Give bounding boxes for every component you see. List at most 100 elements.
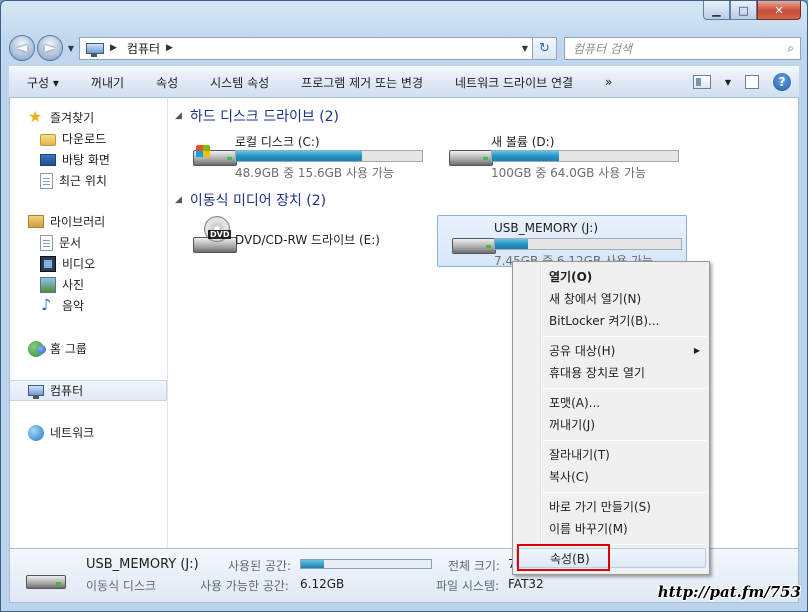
sidebar-item-homegroup[interactable]: 홈 그룹	[10, 338, 167, 359]
sidebar-item-pictures[interactable]: 사진	[10, 274, 167, 295]
details-total-label: 전체 크기:	[448, 559, 501, 573]
menu-item-open-portable[interactable]: 휴대용 장치로 열기	[516, 362, 706, 382]
drive-usage-bar	[235, 150, 423, 162]
section-header-removable[interactable]: ◢ 이동식 미디어 장치 (2)	[175, 190, 326, 210]
menu-item-copy[interactable]: 복사(C)	[516, 466, 706, 486]
video-icon	[40, 255, 56, 272]
drive-space-info: 48.9GB 중 15.6GB 사용 가능	[235, 166, 394, 180]
help-icon[interactable]: ?	[773, 73, 791, 91]
menu-item-cut[interactable]: 잘라내기(T)	[516, 444, 706, 464]
sidebar-item-network[interactable]: 네트워크	[10, 422, 167, 443]
sidebar-item-label: 다운로드	[62, 132, 107, 146]
eject-button[interactable]: 꺼내기	[75, 74, 140, 91]
context-menu: 열기(O) 새 창에서 열기(N) BitLocker 켜기(B)... 공유 …	[512, 261, 710, 575]
sidebar-item-label: 즐겨찾기	[50, 111, 95, 125]
section-title: 하드 디스크 드라이브 (2)	[189, 109, 340, 125]
menu-item-create-shortcut[interactable]: 바로 가기 만들기(S)	[516, 496, 706, 516]
submenu-arrow-icon: ▶	[693, 345, 700, 355]
hard-drive-icon	[193, 142, 237, 166]
menu-item-bitlocker[interactable]: BitLocker 켜기(B)...	[516, 310, 706, 330]
navigation-pane[interactable]: 즐겨찾기 다운로드 바탕 화면 최근 위치 라이브러리 문서	[10, 98, 168, 548]
sidebar-item-recent-places[interactable]: 최근 위치	[10, 170, 167, 191]
uninstall-program-button[interactable]: 프로그램 제거 또는 변경	[285, 74, 439, 91]
view-dropdown-icon[interactable]: ▼	[725, 78, 731, 87]
refresh-button[interactable]: ↻	[533, 36, 557, 60]
drive-volume-d[interactable]: 새 볼륨 (D:) 100GB 중 64.0GB 사용 가능	[435, 128, 685, 180]
menu-separator	[543, 388, 706, 389]
section-title: 이동식 미디어 장치 (2)	[189, 193, 327, 209]
menu-item-open[interactable]: 열기(O)	[516, 266, 706, 286]
organize-button[interactable]: 구성 ▾	[9, 74, 75, 91]
sidebar-item-downloads[interactable]: 다운로드	[10, 128, 167, 149]
breadcrumb-computer[interactable]: 컴퓨터	[127, 40, 160, 57]
menu-separator	[543, 336, 706, 337]
address-bar[interactable]: ▶ 컴퓨터 ▶ ▼	[79, 36, 533, 60]
details-fs-value: FAT32	[508, 577, 544, 591]
drive-local-c[interactable]: 로컬 디스크 (C:) 48.9GB 중 15.6GB 사용 가능	[179, 128, 429, 180]
dvd-drive-icon: DVD	[193, 216, 237, 253]
drive-dvd-e[interactable]: DVD DVD/CD-RW 드라이브 (E:)	[179, 215, 429, 267]
picture-icon	[40, 276, 56, 293]
map-network-drive-button[interactable]: 네트워크 드라이브 연결	[439, 74, 589, 91]
close-button[interactable]: ✕	[757, 1, 801, 20]
sidebar-item-label: 사진	[62, 278, 85, 292]
menu-item-share-with[interactable]: 공유 대상(H) ▶	[516, 340, 706, 360]
system-properties-button[interactable]: 시스템 속성	[194, 74, 285, 91]
minimize-button[interactable]: ▁	[703, 1, 730, 20]
more-commands-button[interactable]: »	[589, 75, 628, 89]
homegroup-icon	[28, 340, 46, 357]
details-free-value: 6.12GB	[300, 577, 345, 591]
sidebar-item-desktop[interactable]: 바탕 화면	[10, 149, 167, 170]
drive-usage-fill	[495, 239, 529, 249]
drive-usage-fill	[492, 151, 559, 161]
details-free-label: 사용 가능한 공간:	[200, 579, 289, 593]
collapse-icon[interactable]: ◢	[175, 195, 182, 205]
section-header-hard-disks[interactable]: ◢ 하드 디스크 드라이브 (2)	[175, 106, 339, 126]
menu-item-format[interactable]: 포맷(A)...	[516, 392, 706, 412]
menu-item-rename[interactable]: 이름 바꾸기(M)	[516, 518, 706, 538]
menu-item-eject[interactable]: 꺼내기(J)	[516, 414, 706, 434]
breadcrumb-arrow[interactable]: ▶	[166, 43, 173, 53]
back-button[interactable]: ◄	[9, 35, 35, 61]
search-icon[interactable]: ⌕	[787, 41, 794, 56]
forward-button[interactable]: ►	[37, 35, 63, 61]
command-bar: 구성 ▾ 꺼내기 속성 시스템 속성 프로그램 제거 또는 변경 네트워크 드라…	[9, 66, 799, 98]
sidebar-item-favorites[interactable]: 즐겨찾기	[10, 107, 167, 128]
sidebar-item-videos[interactable]: 비디오	[10, 253, 167, 274]
network-icon	[28, 424, 44, 441]
sidebar-item-label: 바탕 화면	[62, 153, 110, 167]
drive-usage-fill	[236, 151, 363, 161]
drive-name: 새 볼륨 (D:)	[491, 135, 555, 149]
windows-logo-icon	[196, 145, 210, 157]
sidebar-item-label: 음악	[62, 299, 85, 313]
change-view-icon[interactable]	[692, 75, 711, 89]
properties-button[interactable]: 속성	[140, 74, 194, 91]
drive-space-info: 100GB 중 64.0GB 사용 가능	[491, 166, 647, 180]
sidebar-item-label: 비디오	[62, 257, 96, 271]
sidebar-item-label: 문서	[59, 236, 82, 250]
recent-pages-dropdown[interactable]: ▼	[65, 44, 77, 53]
details-used-label: 사용된 공간:	[228, 559, 292, 573]
recent-places-icon	[40, 172, 53, 189]
search-input[interactable]: 컴퓨터 검색 ⌕	[564, 36, 801, 60]
sidebar-item-music[interactable]: 음악	[10, 295, 167, 316]
menu-item-open-new-window[interactable]: 새 창에서 열기(N)	[516, 288, 706, 308]
maximize-button[interactable]: □	[730, 1, 757, 20]
sidebar-item-documents[interactable]: 문서	[10, 232, 167, 253]
dvd-badge: DVD	[208, 230, 232, 239]
sidebar-item-label: 컴퓨터	[50, 384, 84, 398]
collapse-icon[interactable]: ◢	[175, 111, 182, 121]
sidebar-item-libraries[interactable]: 라이브러리	[10, 211, 167, 232]
sidebar-item-label: 네트워크	[50, 426, 95, 440]
drive-usb-j[interactable]: USB_MEMORY (J:) 7.45GB 중 6.12GB 사용 가능	[437, 215, 687, 268]
explorer-window: ▁ □ ✕ ◄ ► ▼ ▶ 컴퓨터 ▶ ▼ ↻ 컴퓨터 검색 ⌕ 구성 ▾ 꺼내…	[0, 0, 808, 612]
library-icon	[28, 215, 44, 228]
sidebar-item-computer[interactable]: 컴퓨터	[10, 380, 167, 401]
breadcrumb-arrow[interactable]: ▶	[110, 43, 117, 53]
drive-name: DVD/CD-RW 드라이브 (E:)	[235, 233, 380, 247]
drive-name: USB_MEMORY (J:)	[494, 221, 599, 235]
address-dropdown-icon[interactable]: ▼	[522, 44, 528, 53]
details-type: 이동식 디스크	[86, 579, 157, 593]
preview-pane-icon[interactable]	[745, 75, 759, 89]
usb-drive-icon	[26, 567, 66, 589]
